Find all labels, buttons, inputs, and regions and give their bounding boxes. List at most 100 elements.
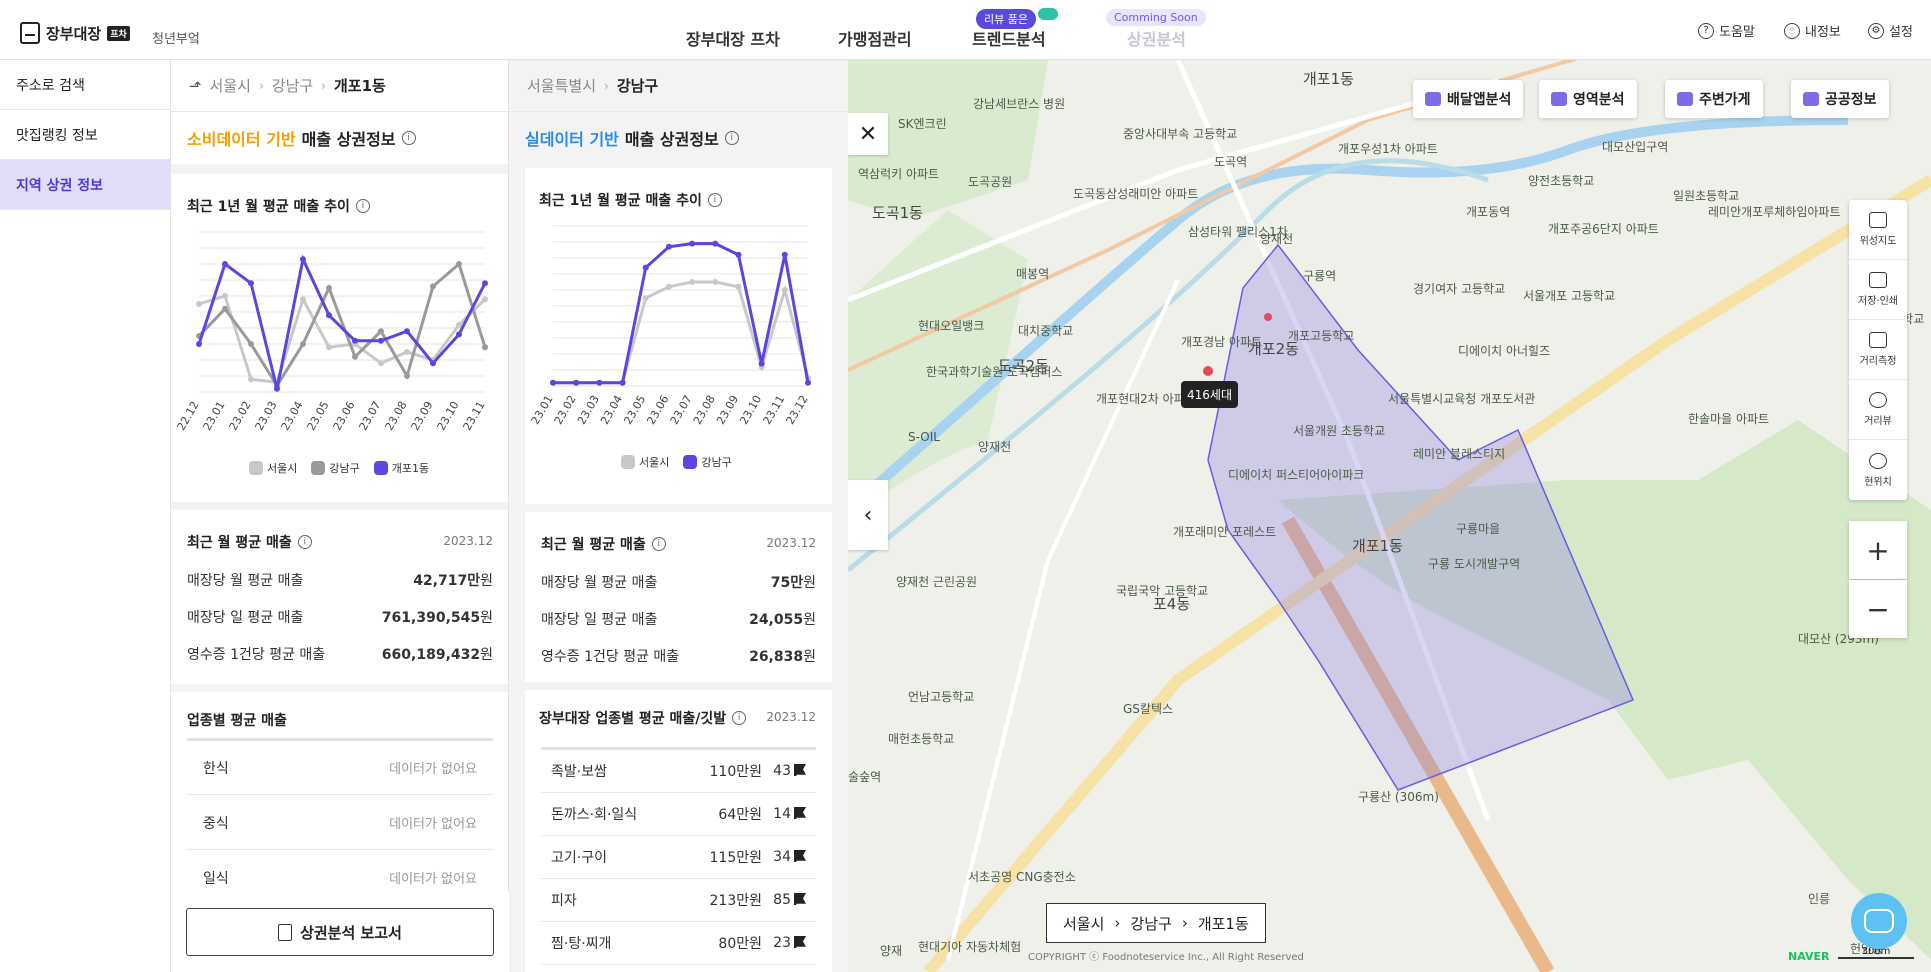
data-point[interactable]	[482, 296, 488, 303]
data-point[interactable]	[196, 301, 202, 307]
data-point[interactable]	[326, 344, 332, 351]
data-point[interactable]	[404, 328, 410, 335]
data-point[interactable]	[300, 341, 306, 347]
data-point[interactable]	[300, 256, 306, 263]
my-info-link[interactable]: ◦ 내정보	[1784, 21, 1841, 40]
industry-row[interactable]: 한식 데이터가 없어요	[187, 741, 493, 795]
save-print-button[interactable]: 저장·인쇄	[1849, 260, 1907, 320]
info-icon[interactable]: i	[401, 131, 416, 145]
map-view[interactable]: 개포1동 도곡1동 도곡2동 개포2동 포4동 개포1동 도곡역 매봉역 구룡역 개포동역 대모산입…	[848, 60, 1931, 972]
data-point[interactable]	[222, 261, 228, 267]
legend-seoul[interactable]: 서울시	[621, 454, 669, 470]
breadcrumb-district[interactable]: 강남구	[272, 75, 313, 96]
settings-link[interactable]: ⚙ 설정	[1868, 21, 1913, 40]
franchise-industry-row[interactable]: 고기·구이 115만원 34	[541, 836, 816, 879]
map-crumb-city[interactable]: 서울시	[1063, 913, 1104, 934]
industry-row[interactable]: 중식 데이터가 없어요	[187, 796, 493, 850]
data-point[interactable]	[712, 240, 719, 247]
public-info-button[interactable]: 공공정보	[1791, 80, 1889, 118]
data-point[interactable]	[758, 360, 765, 367]
data-point[interactable]	[378, 337, 384, 344]
nav-commercial-analysis[interactable]: 상권분석	[1127, 26, 1186, 50]
data-point[interactable]	[550, 379, 556, 386]
current-location-button[interactable]: 현위치	[1849, 440, 1907, 500]
data-point[interactable]	[274, 385, 280, 392]
data-point[interactable]	[735, 251, 742, 258]
nav-store-management[interactable]: 가맹점관리	[838, 26, 912, 50]
franchise-industry-row[interactable]: 돈까스·회·일식 64만원 14	[541, 793, 816, 836]
breadcrumb-district[interactable]: 강남구	[617, 75, 658, 96]
nav-franchise[interactable]: 장부대장 프차	[686, 26, 780, 50]
data-point[interactable]	[222, 293, 228, 299]
data-point[interactable]	[665, 283, 672, 290]
satellite-map-button[interactable]: 위성지도	[1849, 200, 1907, 260]
data-point[interactable]	[352, 337, 358, 344]
data-point[interactable]	[665, 243, 672, 250]
nav-trend-analysis[interactable]: 트렌드분석	[972, 26, 1046, 50]
data-point[interactable]	[248, 376, 254, 383]
franchise-industry-row[interactable]: 피자 213만원 85	[541, 879, 816, 922]
map-crumb-dong[interactable]: 개포1동	[1198, 913, 1249, 934]
data-point[interactable]	[352, 353, 358, 360]
legend-gangnam[interactable]: 강남구	[311, 460, 360, 476]
left-nav-local-commercial[interactable]: 지역 상권 정보	[0, 160, 170, 210]
data-point[interactable]	[805, 379, 811, 386]
street-view-button[interactable]: 거리뷰	[1849, 380, 1907, 440]
info-icon[interactable]: i	[651, 537, 666, 551]
data-point[interactable]	[248, 341, 254, 347]
info-icon[interactable]: i	[724, 131, 739, 145]
breadcrumb-city[interactable]: 서울특별시	[527, 75, 596, 96]
data-point[interactable]	[430, 283, 436, 290]
data-point[interactable]	[456, 321, 462, 328]
legend-gangnam[interactable]: 강남구	[683, 454, 732, 470]
data-point[interactable]	[456, 331, 462, 338]
area-analysis-button[interactable]: 영역분석	[1539, 80, 1637, 118]
map-crumb-district[interactable]: 강남구	[1130, 913, 1171, 934]
left-nav-restaurant-ranking[interactable]: 맛집랭킹 정보	[0, 110, 170, 160]
report-button[interactable]: 상권분석 보고서	[186, 908, 494, 956]
legend-seoul[interactable]: 서울시	[249, 460, 297, 476]
data-point[interactable]	[596, 379, 603, 386]
data-point[interactable]	[573, 379, 580, 386]
data-point[interactable]	[404, 373, 410, 379]
data-point[interactable]	[196, 341, 202, 347]
close-panel-button[interactable]: ✕	[848, 113, 888, 155]
data-point[interactable]	[735, 283, 742, 290]
info-icon[interactable]: i	[297, 535, 312, 549]
data-point[interactable]	[300, 296, 306, 303]
data-point[interactable]	[404, 349, 410, 355]
chatbot-button[interactable]	[1851, 893, 1907, 949]
data-point[interactable]	[689, 240, 696, 247]
help-link[interactable]: ? 도움말	[1698, 21, 1755, 40]
collapse-panel-button[interactable]: ‹	[848, 480, 888, 550]
data-point[interactable]	[248, 280, 254, 287]
breadcrumb-dong[interactable]: 개포1동	[334, 75, 386, 96]
breadcrumb-city[interactable]: 서울시	[210, 75, 251, 96]
data-point[interactable]	[378, 360, 384, 367]
zoom-out-button[interactable]: −	[1849, 580, 1907, 638]
data-point[interactable]	[430, 360, 436, 367]
info-icon[interactable]: i	[355, 199, 370, 213]
data-point[interactable]	[781, 287, 788, 293]
data-point[interactable]	[781, 251, 788, 258]
nearby-stores-button[interactable]: 주변가게	[1665, 80, 1763, 118]
info-icon[interactable]: i	[732, 711, 747, 725]
data-point[interactable]	[222, 305, 228, 312]
data-point[interactable]	[619, 379, 626, 386]
data-point[interactable]	[326, 312, 332, 319]
legend-gaepo1[interactable]: 개포1동	[373, 460, 429, 476]
data-point[interactable]	[456, 261, 462, 267]
data-point[interactable]	[642, 295, 649, 301]
zoom-in-button[interactable]: +	[1849, 521, 1907, 579]
info-icon[interactable]: i	[707, 193, 722, 207]
data-point[interactable]	[712, 279, 719, 285]
franchise-industry-row[interactable]: 찜·탕·찌개 80만원 23	[541, 922, 816, 965]
data-point[interactable]	[482, 344, 488, 351]
data-point[interactable]	[689, 279, 696, 285]
franchise-industry-row[interactable]: 족발·보쌈 110만원 43	[541, 750, 816, 793]
data-point[interactable]	[326, 285, 332, 291]
data-point[interactable]	[642, 264, 649, 271]
data-point[interactable]	[378, 328, 384, 335]
data-point[interactable]	[482, 280, 488, 287]
delivery-app-analysis-button[interactable]: 배달앱분석	[1413, 80, 1524, 118]
